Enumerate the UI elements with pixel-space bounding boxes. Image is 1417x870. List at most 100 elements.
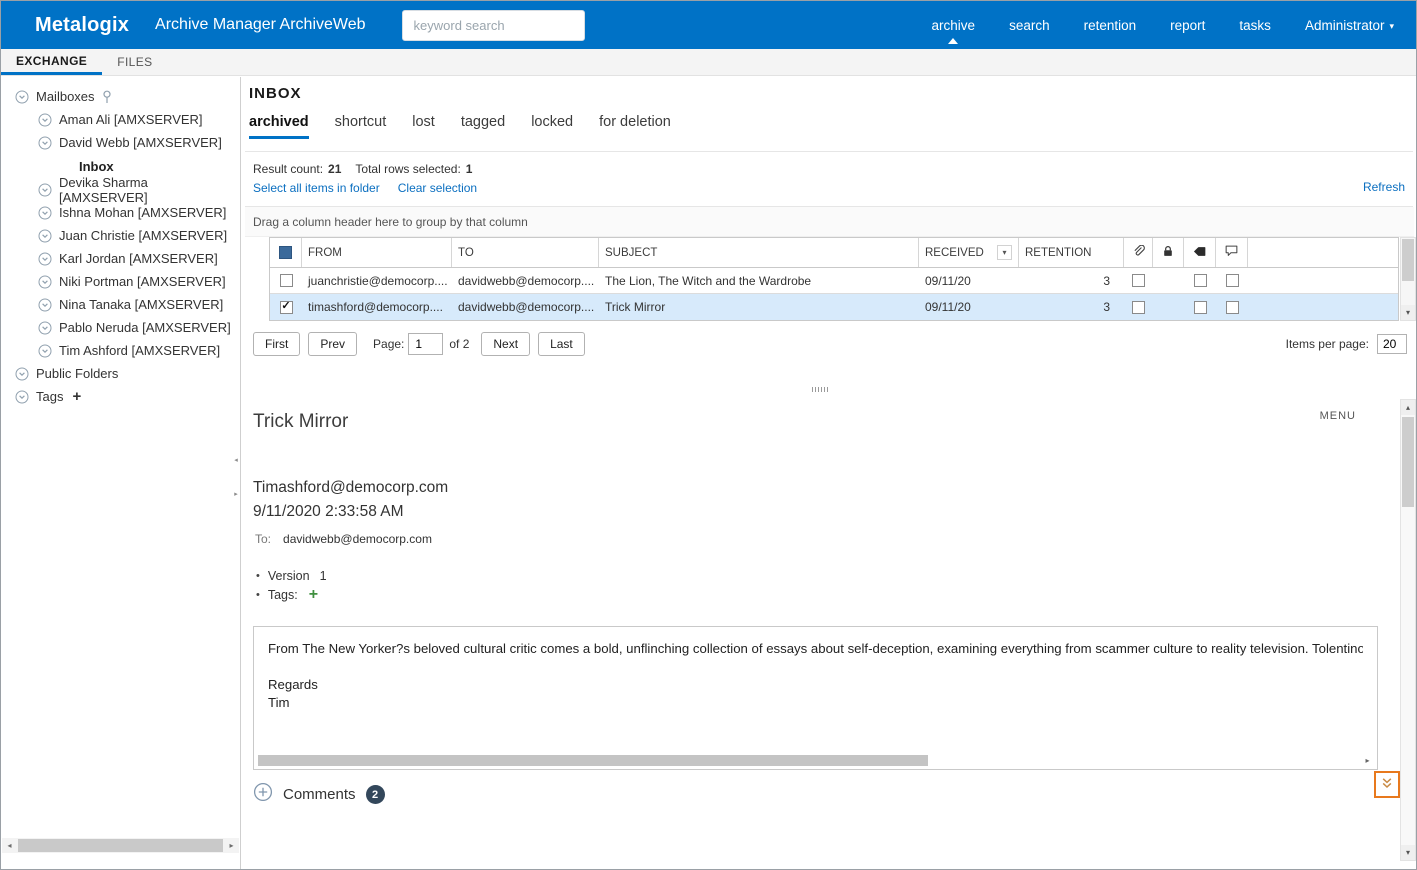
scroll-down-icon[interactable]: ▾	[1401, 305, 1415, 320]
received-filter-dropdown[interactable]: ▾	[997, 245, 1012, 260]
tree-item-mailbox[interactable]: Pablo Neruda [AMXSERVER]	[1, 316, 240, 339]
body-horizontal-scrollbar[interactable]: ▸	[257, 755, 1374, 766]
tree-item-mailbox[interactable]: Nina Tanaka [AMXSERVER]	[1, 293, 240, 316]
tab-exchange[interactable]: EXCHANGE	[1, 49, 103, 75]
collapse-preview-button-highlighted[interactable]	[1374, 771, 1400, 798]
scroll-up-icon[interactable]: ▴	[1401, 400, 1415, 415]
page-number-input[interactable]	[408, 333, 444, 355]
expand-circle-icon[interactable]	[38, 252, 52, 266]
subject-column-header[interactable]: SUBJECT	[599, 238, 919, 267]
scrollbar-thumb[interactable]	[1402, 417, 1414, 507]
sidebar-horizontal-scrollbar[interactable]: ◂ ▸	[2, 838, 239, 853]
expand-circle-icon[interactable]	[38, 183, 52, 197]
expand-circle-icon[interactable]	[38, 344, 52, 358]
first-page-button[interactable]: First	[253, 332, 301, 356]
lock-column-header[interactable]	[1153, 238, 1184, 267]
attachment-checkbox[interactable]	[1132, 274, 1145, 287]
tab-lost[interactable]: lost	[412, 114, 435, 139]
tree-item-mailbox[interactable]: Devika Sharma [AMXSERVER]	[1, 175, 240, 205]
scrollbar-thumb[interactable]	[1402, 239, 1414, 281]
tree-item-mailbox[interactable]: Niki Portman [AMXSERVER]	[1, 270, 240, 293]
received-column-header[interactable]: RECEIVED ▾	[919, 238, 1019, 267]
add-comment-icon[interactable]	[253, 782, 273, 807]
nav-administrator-menu[interactable]: Administrator ▾	[1305, 18, 1394, 33]
splitter-grip-icon[interactable]	[811, 387, 829, 392]
row-select-checkbox-checked[interactable]: ✓	[279, 300, 293, 314]
scrollbar-thumb[interactable]	[258, 755, 929, 766]
add-tag-button[interactable]: +	[309, 586, 318, 604]
nav-retention[interactable]: retention	[1084, 18, 1137, 33]
tree-item-mailbox[interactable]: Karl Jordan [AMXSERVER]	[1, 247, 240, 270]
expand-circle-icon[interactable]	[15, 367, 29, 381]
select-all-checkbox[interactable]	[279, 246, 292, 259]
prev-page-button[interactable]: Prev	[308, 332, 358, 356]
preview-vertical-scrollbar[interactable]: ▴ ▾	[1400, 399, 1416, 861]
expand-right-icon[interactable]: ▸	[234, 490, 238, 498]
tree-item-mailbox[interactable]: Aman Ali [AMXSERVER]	[1, 108, 240, 131]
tree-item-mailbox[interactable]: David Webb [AMXSERVER]	[1, 131, 240, 154]
tree-item-mailbox[interactable]: Ishna Mohan [AMXSERVER]	[1, 201, 240, 224]
message-body-box[interactable]: From The New Yorker?s beloved cultural c…	[253, 626, 1378, 770]
message-row-selected[interactable]: ✓ timashford@democorp.... davidwebb@demo…	[270, 294, 1398, 320]
select-all-link[interactable]: Select all items in folder	[253, 181, 380, 195]
sidebar-splitter-handle[interactable]: ◂ ▸	[231, 456, 241, 498]
row-select-checkbox[interactable]	[279, 274, 293, 287]
horizontal-pane-splitter[interactable]	[242, 385, 1398, 394]
tab-archived[interactable]: archived	[249, 114, 309, 139]
pin-icon[interactable]	[102, 90, 112, 104]
group-by-bar[interactable]: Drag a column header here to group by th…	[245, 207, 1414, 237]
tag-column-header[interactable]	[1184, 238, 1216, 267]
attachment-column-header[interactable]	[1124, 238, 1153, 267]
attachment-checkbox[interactable]	[1132, 300, 1145, 314]
tag-checkbox[interactable]	[1193, 274, 1207, 287]
grid-vertical-scrollbar[interactable]: ▾	[1400, 237, 1416, 321]
nav-search[interactable]: search	[1009, 18, 1050, 33]
expand-circle-icon[interactable]	[15, 90, 29, 104]
expand-circle-icon[interactable]	[38, 275, 52, 289]
scroll-down-icon[interactable]: ▾	[1401, 845, 1415, 860]
select-all-header-cell[interactable]	[270, 238, 302, 267]
tag-checkbox[interactable]	[1193, 300, 1207, 314]
tab-locked[interactable]: locked	[531, 114, 573, 139]
tree-root-mailboxes[interactable]: Mailboxes	[1, 85, 240, 108]
to-column-header[interactable]: TO	[452, 238, 599, 267]
scroll-left-icon[interactable]: ◂	[2, 841, 17, 850]
comment-checkbox[interactable]	[1225, 300, 1239, 314]
next-page-button[interactable]: Next	[481, 332, 531, 356]
nav-report[interactable]: report	[1170, 18, 1205, 33]
comment-checkbox[interactable]	[1225, 274, 1239, 287]
refresh-link[interactable]: Refresh	[1363, 180, 1405, 194]
expand-circle-icon[interactable]	[38, 229, 52, 243]
message-row[interactable]: juanchristie@democorp.... davidwebb@demo…	[270, 268, 1398, 294]
preview-menu-button[interactable]: MENU	[1320, 410, 1356, 422]
add-tag-button[interactable]: +	[72, 388, 81, 405]
keyword-search-input[interactable]	[401, 9, 585, 41]
expand-circle-icon[interactable]	[38, 321, 52, 335]
tab-tagged[interactable]: tagged	[461, 114, 505, 139]
collapse-left-icon[interactable]: ◂	[234, 456, 238, 464]
nav-tasks[interactable]: tasks	[1239, 18, 1271, 33]
comment-column-header[interactable]	[1216, 238, 1248, 267]
tab-for-deletion[interactable]: for deletion	[599, 114, 671, 139]
nav-archive[interactable]: archive	[932, 18, 975, 44]
last-page-button[interactable]: Last	[538, 332, 585, 356]
scroll-right-icon[interactable]: ▸	[224, 841, 239, 850]
retention-column-header[interactable]: RETENTION	[1019, 238, 1124, 267]
tree-item-mailbox[interactable]: Tim Ashford [AMXSERVER]	[1, 339, 240, 362]
tree-item-mailbox[interactable]: Juan Christie [AMXSERVER]	[1, 224, 240, 247]
comments-section-header[interactable]: Comments 2	[253, 782, 385, 807]
expand-circle-icon[interactable]	[38, 136, 52, 150]
expand-circle-icon[interactable]	[38, 206, 52, 220]
tree-root-public-folders[interactable]: Public Folders	[1, 362, 240, 385]
tree-root-tags[interactable]: Tags +	[1, 385, 240, 408]
expand-circle-icon[interactable]	[38, 113, 52, 127]
expand-circle-icon[interactable]	[15, 390, 29, 404]
scrollbar-thumb[interactable]	[18, 839, 223, 852]
scroll-right-icon[interactable]: ▸	[1361, 755, 1374, 766]
clear-selection-link[interactable]: Clear selection	[398, 181, 477, 195]
tab-shortcut[interactable]: shortcut	[335, 114, 387, 139]
items-per-page-input[interactable]	[1377, 334, 1407, 354]
from-column-header[interactable]: FROM	[302, 238, 452, 267]
expand-circle-icon[interactable]	[38, 298, 52, 312]
tab-files[interactable]: FILES	[102, 49, 167, 75]
